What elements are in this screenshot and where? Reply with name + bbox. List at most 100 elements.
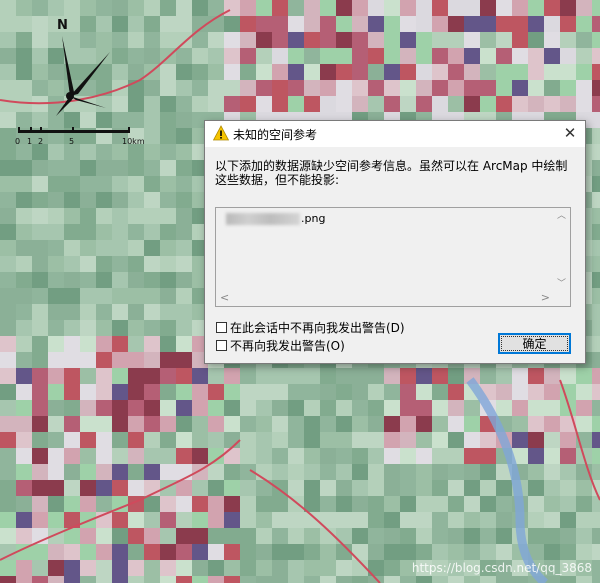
dont-warn-again-option[interactable]: 不再向我发出警告(O) xyxy=(216,337,345,354)
map-tile xyxy=(240,384,256,400)
map-tile xyxy=(160,96,176,112)
map-tile xyxy=(592,144,600,160)
horizontal-scrollbar[interactable]: < > xyxy=(216,290,554,306)
map-tile xyxy=(224,480,240,496)
map-tile xyxy=(16,320,32,336)
map-tile xyxy=(368,416,384,432)
map-tile xyxy=(112,400,128,416)
map-tile xyxy=(16,64,32,80)
map-tile xyxy=(528,48,544,64)
dont-warn-session-option[interactable]: 在此会话中不再向我发出警告(D) xyxy=(216,319,405,336)
map-tile xyxy=(64,432,80,448)
scale-label-0: 0 xyxy=(15,137,21,146)
scroll-down-icon[interactable]: ﹀ xyxy=(557,279,566,289)
map-tile xyxy=(336,512,352,528)
map-tile xyxy=(112,416,128,432)
map-tile xyxy=(592,16,600,32)
map-tile xyxy=(112,288,128,304)
map-tile xyxy=(560,496,576,512)
map-tile xyxy=(576,368,592,384)
dialog-titlebar[interactable]: 未知的空间参考 ✕ xyxy=(205,121,585,147)
map-tile xyxy=(160,416,176,432)
map-tile xyxy=(256,32,272,48)
map-tile xyxy=(544,0,560,16)
map-tile xyxy=(224,464,240,480)
map-tile xyxy=(32,448,48,464)
map-tile xyxy=(368,64,384,80)
map-tile xyxy=(240,0,256,16)
map-tile xyxy=(592,304,600,320)
map-tile xyxy=(144,208,160,224)
map-tile xyxy=(544,480,560,496)
map-tile xyxy=(336,448,352,464)
map-tile xyxy=(0,320,16,336)
map-tile xyxy=(384,416,400,432)
map-tile xyxy=(48,192,64,208)
map-tile xyxy=(592,320,600,336)
map-tile xyxy=(144,288,160,304)
map-tile xyxy=(288,528,304,544)
map-tile xyxy=(0,96,16,112)
map-tile xyxy=(48,336,64,352)
scroll-up-icon[interactable]: ︿ xyxy=(557,211,566,221)
map-tile xyxy=(592,32,600,48)
map-tile xyxy=(256,64,272,80)
scroll-right-icon[interactable]: > xyxy=(541,292,550,304)
map-tile xyxy=(48,176,64,192)
map-tile xyxy=(64,480,80,496)
map-tile xyxy=(96,528,112,544)
map-tile xyxy=(528,512,544,528)
map-tile xyxy=(80,448,96,464)
map-tile xyxy=(48,112,64,128)
map-tile xyxy=(48,48,64,64)
scroll-left-icon[interactable]: < xyxy=(220,292,229,304)
map-tile xyxy=(544,368,560,384)
map-tile xyxy=(192,368,208,384)
scale-label-2: 2 xyxy=(38,137,44,146)
map-tile xyxy=(528,432,544,448)
map-tile xyxy=(64,240,80,256)
map-tile xyxy=(336,576,352,583)
map-tile xyxy=(160,384,176,400)
map-tile xyxy=(496,496,512,512)
map-tile xyxy=(80,496,96,512)
missing-sources-list[interactable]: .png ︿ ﹀ < > xyxy=(215,207,571,307)
map-tile xyxy=(96,256,112,272)
vertical-scrollbar[interactable]: ︿ ﹀ xyxy=(554,208,570,292)
map-tile xyxy=(144,96,160,112)
map-tile xyxy=(64,368,80,384)
map-tile xyxy=(512,416,528,432)
map-tile xyxy=(320,544,336,560)
map-tile xyxy=(512,576,528,583)
map-tile xyxy=(480,64,496,80)
map-tile xyxy=(16,288,32,304)
dont-warn-session-checkbox[interactable] xyxy=(216,322,227,333)
close-icon[interactable]: ✕ xyxy=(561,124,579,142)
map-tile xyxy=(32,512,48,528)
map-tile xyxy=(176,336,192,352)
map-tile xyxy=(160,304,176,320)
map-tile xyxy=(112,528,128,544)
map-tile xyxy=(144,416,160,432)
map-tile xyxy=(208,464,224,480)
map-tile xyxy=(384,512,400,528)
map-tile xyxy=(464,464,480,480)
map-tile xyxy=(0,0,16,16)
watermark: https://blog.csdn.net/qq_3868 xyxy=(411,561,592,575)
ok-button[interactable]: 确定 xyxy=(498,333,571,354)
map-tile xyxy=(400,480,416,496)
map-tile xyxy=(352,16,368,32)
map-tile xyxy=(208,432,224,448)
scale-label-10km: 10km xyxy=(122,137,145,146)
list-item[interactable]: .png xyxy=(226,212,325,225)
dont-warn-again-checkbox[interactable] xyxy=(216,340,227,351)
map-tile xyxy=(160,464,176,480)
list-item-label: .png xyxy=(301,212,326,225)
map-tile xyxy=(64,560,80,576)
map-tile xyxy=(80,208,96,224)
map-tile xyxy=(448,80,464,96)
map-tile xyxy=(32,320,48,336)
map-tile xyxy=(160,16,176,32)
map-tile xyxy=(208,384,224,400)
map-tile xyxy=(400,416,416,432)
